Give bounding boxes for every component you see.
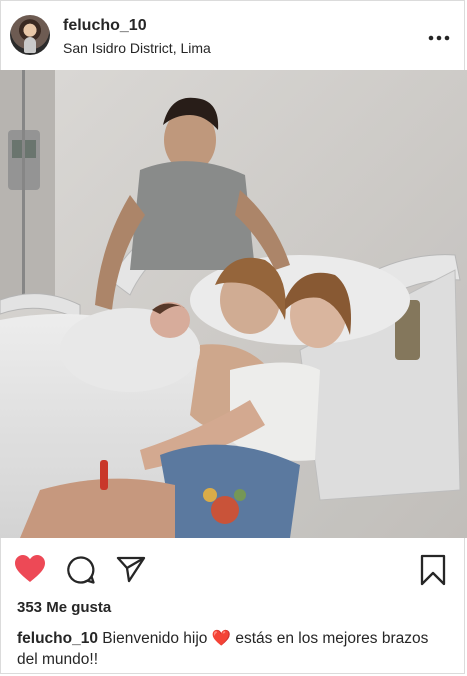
bookmark-icon[interactable] (420, 554, 446, 586)
post-caption: felucho_10 Bienvenido hijo ❤️ estás en l… (17, 628, 447, 670)
comment-icon[interactable] (66, 555, 96, 585)
heart-emoji: ❤️ (211, 630, 232, 647)
post-location[interactable]: San Isidro District, Lima (63, 40, 211, 56)
post-header: felucho_10 San Isidro District, Lima (0, 0, 467, 70)
photo-illustration (0, 70, 467, 538)
post-photo[interactable] (0, 70, 467, 538)
caption-username[interactable]: felucho_10 (17, 630, 98, 647)
caption-text-start: Bienvenido hijo (102, 630, 208, 647)
post-username[interactable]: felucho_10 (63, 17, 147, 35)
direct-share-icon[interactable] (116, 555, 146, 583)
avatar[interactable] (10, 15, 50, 55)
heart-icon[interactable] (14, 554, 46, 584)
likes-count[interactable]: 353 Me gusta (17, 599, 111, 616)
action-bar (0, 548, 467, 590)
more-options-icon[interactable] (428, 35, 450, 41)
